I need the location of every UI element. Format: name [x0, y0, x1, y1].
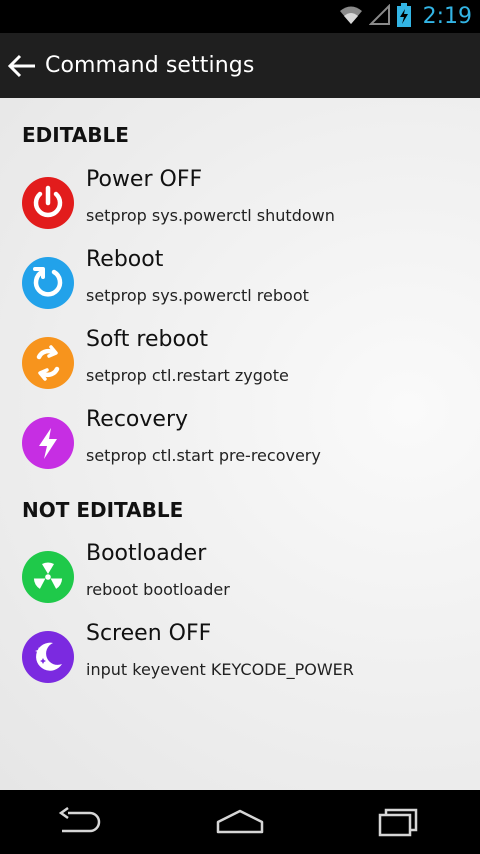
item-subtitle: setprop sys.powerctl shutdown	[86, 206, 335, 225]
list-item-bootloader[interactable]: Bootloader reboot bootloader	[0, 538, 480, 616]
list-item-recovery[interactable]: Recovery setprop ctl.start pre-recovery	[0, 404, 480, 482]
action-bar: Command settings	[0, 33, 480, 98]
item-title: Bootloader	[86, 541, 207, 566]
soft-reboot-icon	[22, 337, 74, 389]
list-item-reboot[interactable]: Reboot setprop sys.powerctl reboot	[0, 244, 480, 322]
section-header-not-editable: NOT EDITABLE	[22, 498, 184, 522]
moon-stars-icon	[22, 631, 74, 683]
recents-nav-icon[interactable]	[370, 802, 430, 842]
wifi-icon	[339, 5, 363, 29]
section-header-editable: EDITABLE	[22, 123, 129, 147]
list-item-power-off[interactable]: Power OFF setprop sys.powerctl shutdown	[0, 164, 480, 242]
item-title: Reboot	[86, 247, 164, 272]
back-nav-icon[interactable]	[50, 802, 110, 842]
navigation-bar	[0, 790, 480, 854]
item-title: Soft reboot	[86, 327, 209, 352]
item-title: Power OFF	[86, 167, 203, 192]
battery-charging-icon	[396, 2, 411, 31]
item-subtitle: reboot bootloader	[86, 580, 230, 599]
settings-list: EDITABLE Power OFF setprop sys.powerctl …	[0, 98, 480, 790]
signal-icon	[368, 3, 391, 30]
list-item-soft-reboot[interactable]: Soft reboot setprop ctl.restart zygote	[0, 324, 480, 402]
status-bar: 2:19	[0, 0, 480, 33]
home-nav-icon[interactable]	[210, 802, 270, 842]
item-subtitle: setprop ctl.restart zygote	[86, 366, 289, 385]
radiation-icon	[22, 551, 74, 603]
page-title: Command settings	[45, 53, 255, 78]
list-item-screen-off[interactable]: Screen OFF input keyevent KEYCODE_POWER	[0, 618, 480, 696]
item-title: Recovery	[86, 407, 189, 432]
clock-time: 2:19	[422, 4, 472, 29]
reboot-icon	[22, 257, 74, 309]
lightning-icon	[22, 417, 74, 469]
item-subtitle: setprop ctl.start pre-recovery	[86, 446, 321, 465]
back-arrow-icon[interactable]	[5, 49, 39, 83]
item-subtitle: input keyevent KEYCODE_POWER	[86, 660, 354, 679]
item-subtitle: setprop sys.powerctl reboot	[86, 286, 309, 305]
power-icon	[22, 177, 74, 229]
item-title: Screen OFF	[86, 621, 212, 646]
